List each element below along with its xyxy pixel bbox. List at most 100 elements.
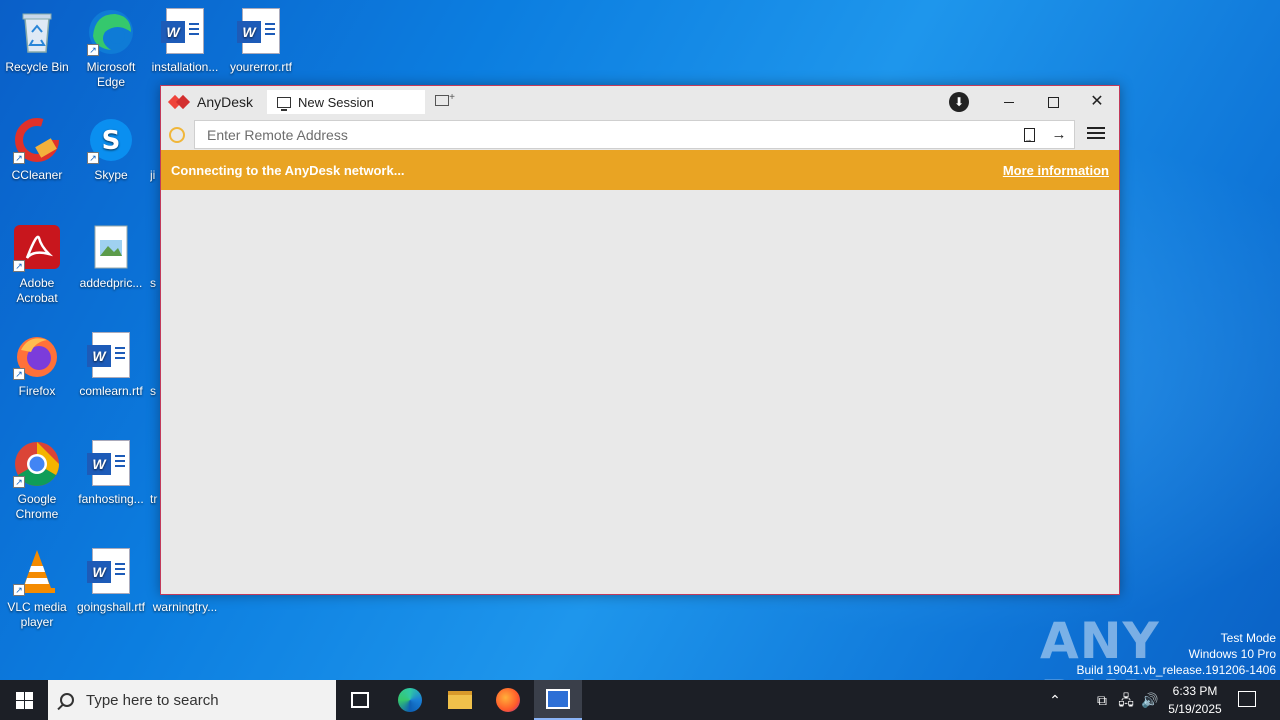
monitor-icon — [277, 96, 291, 111]
desktop-icon-recycle-bin[interactable]: Recycle Bin — [0, 8, 74, 75]
edge-icon — [398, 688, 422, 712]
desktop-icon-addedpric[interactable]: addedpric... — [74, 224, 148, 291]
desktop-icon-skype[interactable]: S ↗ Skype — [74, 116, 148, 183]
build-label: Build 19041.vb_release.191206-1406 — [1076, 663, 1277, 677]
shortcut-arrow-icon: ↗ — [13, 584, 25, 596]
maximize-button[interactable] — [1031, 86, 1075, 118]
taskbar-edge[interactable] — [386, 680, 434, 720]
search-icon — [60, 693, 74, 707]
system-clock[interactable]: 6:33 PM 5/19/2025 — [1160, 682, 1230, 718]
start-button[interactable] — [0, 680, 48, 720]
desktop-icon-label: installation... — [151, 60, 219, 74]
folder-icon — [448, 691, 472, 709]
clock-date: 5/19/2025 — [1168, 702, 1222, 716]
desktop-icon-label: Skype — [94, 168, 128, 182]
os-label: Windows 10 Pro — [1188, 647, 1276, 661]
desktop-icon-fanhosting[interactable]: W fanhosting... — [74, 440, 148, 507]
search-placeholder: Type here to search — [86, 691, 219, 709]
network-button[interactable]: 🖧 — [1116, 680, 1136, 720]
svg-text:S: S — [102, 126, 121, 156]
desktop-icon-label: Google Chrome — [15, 492, 59, 521]
desktop-icon-chrome[interactable]: ↗ Google Chrome — [0, 440, 74, 522]
minimize-button[interactable] — [987, 86, 1031, 118]
desktop-icon-label: VLC media player — [7, 600, 67, 629]
show-hidden-icons-button[interactable]: ⌃ — [1044, 680, 1066, 720]
file-transfer-button[interactable] — [1014, 121, 1044, 153]
session-content-area — [161, 190, 1119, 594]
task-view-icon — [351, 692, 369, 708]
download-icon: ⬇ — [953, 95, 965, 109]
desktop-icon-vlc[interactable]: ↗ VLC media player — [0, 548, 74, 630]
clock-time: 6:33 PM — [1172, 684, 1218, 698]
taskbar-firefox[interactable] — [484, 680, 532, 720]
desktop-icon-installation[interactable]: W installation... — [148, 8, 222, 75]
taskbar: Type here to search ⌃ ⧉ 🖧 🔊 6:33 PM 5/19… — [0, 680, 1280, 720]
download-button[interactable]: ⬇ — [949, 92, 969, 112]
taskbar-anydesk[interactable] — [534, 680, 582, 720]
task-view-button[interactable] — [336, 680, 384, 720]
more-information-link[interactable]: More information — [1003, 163, 1109, 178]
anydesk-app-icon — [546, 689, 570, 709]
firefox-icon: ↗ — [13, 332, 61, 380]
address-bar: → — [161, 118, 1119, 153]
taskbar-search[interactable]: Type here to search — [48, 680, 336, 720]
new-tab-button[interactable]: + — [433, 92, 455, 110]
volume-button[interactable]: 🔊 — [1140, 680, 1160, 720]
title-bar[interactable]: AnyDesk New Session + ⬇ ✕ — [161, 86, 1119, 118]
arrow-right-icon: → — [1051, 126, 1067, 143]
new-session-icon — [435, 95, 449, 106]
close-button[interactable]: ✕ — [1075, 86, 1119, 118]
vlc-icon: ↗ — [13, 548, 61, 596]
desktop-icon-label: addedpric... — [79, 276, 143, 290]
taskbar-file-explorer[interactable] — [436, 680, 484, 720]
ccleaner-icon: ↗ — [13, 116, 61, 164]
desktop-icon-label: goingshall.rtf — [76, 600, 146, 614]
tab-label: New Session — [298, 94, 374, 110]
anydesk-window[interactable]: AnyDesk New Session + ⬇ ✕ → Connecting t… — [160, 85, 1120, 595]
connection-status-icon — [169, 127, 185, 143]
banner-text: Connecting to the AnyDesk network... — [171, 162, 405, 178]
desktop-icon-warningtry[interactable]: warningtry... — [148, 600, 222, 615]
main-menu-button[interactable] — [1085, 124, 1107, 144]
shortcut-arrow-icon: ↗ — [13, 260, 25, 272]
desktop-icon-label: Adobe Acrobat — [16, 276, 58, 305]
desktop-icon-yourerror[interactable]: W yourerror.rtf — [224, 8, 298, 75]
shortcut-arrow-icon: ↗ — [13, 152, 25, 164]
word-document-icon: W — [161, 8, 209, 56]
chevron-up-icon: ⌃ — [1049, 692, 1061, 708]
notification-center-button[interactable] — [1238, 691, 1256, 707]
remote-address-input[interactable] — [195, 121, 1014, 148]
desktop-icon-acrobat[interactable]: ↗ Adobe Acrobat — [0, 224, 74, 306]
desktop-icon-label: Recycle Bin — [5, 60, 69, 74]
tray-app-icon[interactable]: ⧉ — [1092, 680, 1112, 720]
shortcut-arrow-icon: ↗ — [13, 368, 25, 380]
desktop-icon-goingshall[interactable]: W goingshall.rtf — [74, 548, 148, 615]
shortcut-arrow-icon: ↗ — [87, 152, 99, 164]
desktop-icon-ccleaner[interactable]: ↗ CCleaner — [0, 116, 74, 183]
desktop-icon-comlearn[interactable]: W comlearn.rtf — [74, 332, 148, 399]
anydesk-logo-icon — [167, 94, 191, 110]
tab-new-session[interactable]: New Session — [267, 90, 425, 114]
desktop-icon-label: fanhosting... — [78, 492, 144, 506]
firefox-icon — [496, 688, 520, 712]
connect-button[interactable]: → — [1044, 121, 1074, 148]
brand-name: AnyDesk — [197, 94, 254, 110]
chrome-icon: ↗ — [13, 440, 61, 488]
recycle-bin-icon — [13, 8, 61, 56]
acrobat-icon: ↗ — [13, 224, 61, 272]
desktop-icon-firefox[interactable]: ↗ Firefox — [0, 332, 74, 399]
tray-device-icon: ⧉ — [1097, 692, 1107, 708]
speaker-icon: 🔊 — [1141, 692, 1159, 708]
desktop-icon-label: yourerror.rtf — [229, 60, 292, 74]
word-document-icon: W — [87, 332, 135, 380]
desktop-icon-label: CCleaner — [11, 168, 63, 182]
word-document-icon: W — [87, 548, 135, 596]
desktop-icon-label: Microsoft Edge — [86, 60, 136, 89]
close-icon: ✕ — [1090, 93, 1104, 110]
desktop-icon-label: comlearn.rtf — [79, 384, 143, 398]
anydesk-brand: AnyDesk — [161, 94, 267, 110]
skype-icon: S ↗ — [87, 116, 135, 164]
image-file-icon — [87, 224, 135, 272]
desktop-icon-edge[interactable]: ↗ Microsoft Edge — [74, 8, 148, 90]
shortcut-arrow-icon: ↗ — [13, 476, 25, 488]
